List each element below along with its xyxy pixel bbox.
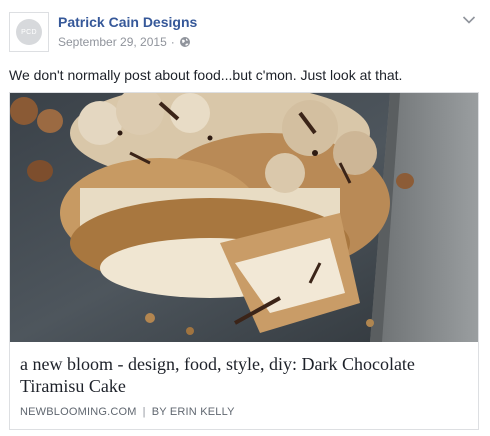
link-title[interactable]: a new bloom - design, food, style, diy: … bbox=[20, 353, 470, 397]
avatar-logo: PCD bbox=[16, 19, 42, 45]
link-info[interactable]: a new bloom - design, food, style, diy: … bbox=[10, 342, 478, 429]
link-attachment[interactable]: a new bloom - design, food, style, diy: … bbox=[9, 92, 479, 430]
facebook-post: PCD Patrick Cain Designs September 29, 2… bbox=[0, 0, 490, 436]
globe-icon[interactable] bbox=[179, 36, 191, 48]
meta-separator: · bbox=[170, 35, 175, 49]
post-date-link[interactable]: September 29, 2015 bbox=[58, 35, 167, 49]
page-name-link[interactable]: Patrick Cain Designs bbox=[58, 14, 197, 30]
post-meta: September 29, 2015 · bbox=[58, 35, 191, 49]
avatar-initials: PCD bbox=[21, 28, 37, 36]
post-text: We don't normally post about food...but … bbox=[9, 67, 403, 83]
link-author: BY ERIN KELLY bbox=[151, 406, 235, 418]
avatar[interactable]: PCD bbox=[9, 12, 49, 52]
caption-separator: | bbox=[142, 406, 146, 418]
link-preview-image[interactable] bbox=[10, 93, 478, 342]
link-domain: NEWBLOOMING.COM bbox=[20, 406, 137, 418]
chevron-down-icon[interactable] bbox=[462, 12, 476, 24]
link-caption: NEWBLOOMING.COM | BY ERIN KELLY bbox=[20, 406, 235, 418]
